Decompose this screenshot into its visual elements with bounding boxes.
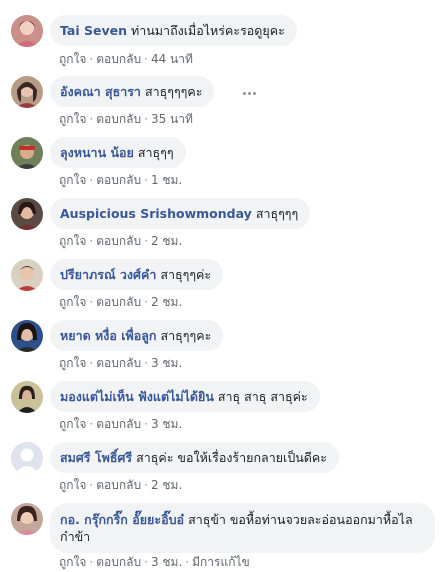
- like-link[interactable]: ถูกใจ: [59, 173, 86, 187]
- comment-actions: ถูกใจ · ตอบกลับ · 44 นาที: [59, 52, 193, 66]
- avatar-image: [11, 15, 43, 47]
- comment-author[interactable]: Auspicious Srishowmonday: [60, 206, 252, 221]
- comment-time[interactable]: 35 นาที: [151, 112, 193, 126]
- comment-text: สาธุๆๆคะ: [160, 328, 212, 343]
- comment-actions: ถูกใจ · ตอบกลับ · 2 ชม.: [59, 295, 183, 309]
- comment-time[interactable]: 3 ชม.: [151, 356, 182, 370]
- comment-bubble: ปรียาภรณ์ วงศ์คำ สาธุๆๆค่ะ: [50, 259, 224, 290]
- comment-text: สาธุ สาธุ สาธุค่ะ: [217, 389, 308, 404]
- like-link[interactable]: ถูกใจ: [59, 52, 86, 66]
- reply-link[interactable]: ตอบกลับ: [96, 478, 141, 492]
- comment-time[interactable]: 2 ชม.: [151, 295, 182, 309]
- reply-link[interactable]: ตอบกลับ: [96, 234, 141, 248]
- avatar[interactable]: [11, 259, 43, 291]
- like-link[interactable]: ถูกใจ: [59, 555, 86, 569]
- comment-text: สาธุๆๆๆ: [255, 206, 299, 221]
- comment-author[interactable]: ลุงหนาน น้อย: [60, 145, 134, 160]
- comment-time[interactable]: 3 ชม.: [151, 555, 182, 569]
- reply-link[interactable]: ตอบกลับ: [96, 112, 141, 126]
- like-link[interactable]: ถูกใจ: [59, 478, 86, 492]
- comment-author[interactable]: ปรียาภรณ์ วงศ์คำ: [60, 267, 156, 282]
- comment-author[interactable]: อังคณา สุธารา: [60, 84, 141, 99]
- comment-time[interactable]: 2 ชม.: [151, 478, 182, 492]
- reply-link[interactable]: ตอบกลับ: [96, 356, 141, 370]
- comment-bubble: มองแต่ไม่เห็น ฟังแต่ไม่ได้ยิน สาธุ สาธุ ส…: [50, 381, 320, 412]
- avatar[interactable]: [11, 503, 43, 535]
- comment-actions: ถูกใจ · ตอบกลับ · 3 ชม.: [59, 356, 183, 370]
- comment-author[interactable]: สมศรี โพธิ์ศรี: [60, 450, 132, 465]
- comment-actions: ถูกใจ · ตอบกลับ · 2 ชม.: [59, 234, 183, 248]
- avatar-image: [11, 259, 43, 291]
- comment-bubble: กอ. กรุ๊กกริ๊ก อั๊ยยะอิ๊บอ๋ สาธุข้า ขอหื้…: [50, 503, 435, 553]
- comment-text: สาธุๆๆค่ะ: [160, 267, 212, 282]
- comment-author[interactable]: กอ. กรุ๊กกริ๊ก อั๊ยยะอิ๊บอ๋: [60, 512, 184, 527]
- avatar[interactable]: [11, 381, 43, 413]
- comment-text: สาธุๆๆๆคะ: [144, 84, 203, 99]
- comment-author[interactable]: หยาด หงื่อ เพื่อลูก: [60, 328, 157, 343]
- comment-text: ท่านมาถึงเมื่อไหร่คะรอดูยุคะ: [131, 23, 285, 38]
- comment-bubble: สมศรี โพธิ์ศรี สาธุค่ะ ขอให้เรื่องร้ายกลา…: [50, 442, 340, 473]
- like-link[interactable]: ถูกใจ: [59, 112, 86, 126]
- comment-actions: ถูกใจ · ตอบกลับ · 1 ชม.: [59, 173, 183, 187]
- avatar-image: [11, 137, 43, 169]
- avatar-image: [11, 381, 43, 413]
- comment-time[interactable]: 2 ชม.: [151, 234, 182, 248]
- comment-list: Tai Seven ท่านมาถึงเมื่อไหร่คะรอดูยุคะ ถู…: [0, 0, 442, 570]
- avatar[interactable]: [11, 76, 43, 108]
- comment-actions: ถูกใจ · ตอบกลับ · 35 นาที: [59, 112, 193, 126]
- comment-text: สาธุๆๆ: [137, 145, 174, 160]
- avatar-image: [11, 320, 43, 352]
- comment-actions: ถูกใจ · ตอบกลับ · 3 ชม. · มีการแก้ไข: [59, 555, 250, 569]
- like-link[interactable]: ถูกใจ: [59, 356, 86, 370]
- avatar-image: [11, 198, 43, 230]
- comment-bubble: หยาด หงื่อ เพื่อลูก สาธุๆๆคะ: [50, 320, 224, 351]
- comment-bubble: Auspicious Srishowmonday สาธุๆๆๆ: [50, 198, 311, 229]
- avatar[interactable]: [11, 198, 43, 230]
- like-link[interactable]: ถูกใจ: [59, 295, 86, 309]
- comment-time[interactable]: 3 ชม.: [151, 417, 182, 431]
- avatar[interactable]: [11, 320, 43, 352]
- comment-bubble: Tai Seven ท่านมาถึงเมื่อไหร่คะรอดูยุคะ: [50, 15, 297, 46]
- comment-actions: ถูกใจ · ตอบกลับ · 2 ชม.: [59, 478, 183, 492]
- avatar-image: [11, 76, 43, 108]
- avatar[interactable]: [11, 442, 43, 474]
- avatar-image: [11, 503, 43, 535]
- like-link[interactable]: ถูกใจ: [59, 417, 86, 431]
- comment-bubble: อังคณา สุธารา สาธุๆๆๆคะ: [50, 76, 215, 107]
- comment-time[interactable]: 44 นาที: [151, 52, 193, 66]
- comment-author[interactable]: Tai Seven: [60, 23, 127, 38]
- more-options-icon[interactable]: [243, 80, 263, 95]
- comment-bubble: ลุงหนาน น้อย สาธุๆๆ: [50, 137, 186, 168]
- reply-link[interactable]: ตอบกลับ: [96, 173, 141, 187]
- reply-link[interactable]: ตอบกลับ: [96, 295, 141, 309]
- comment-author[interactable]: มองแต่ไม่เห็น ฟังแต่ไม่ได้ยิน: [60, 389, 214, 404]
- reply-link[interactable]: ตอบกลับ: [96, 52, 141, 66]
- avatar[interactable]: [11, 15, 43, 47]
- like-link[interactable]: ถูกใจ: [59, 234, 86, 248]
- edited-label[interactable]: มีการแก้ไข: [192, 555, 250, 569]
- default-avatar-icon: [11, 442, 43, 474]
- reply-link[interactable]: ตอบกลับ: [96, 555, 141, 569]
- comment-actions: ถูกใจ · ตอบกลับ · 3 ชม.: [59, 417, 183, 431]
- comment-text: สาธุค่ะ ขอให้เรื่องร้ายกลายเป็นดีคะ: [136, 450, 328, 465]
- comment-time[interactable]: 1 ชม.: [151, 173, 182, 187]
- avatar[interactable]: [11, 137, 43, 169]
- reply-link[interactable]: ตอบกลับ: [96, 417, 141, 431]
